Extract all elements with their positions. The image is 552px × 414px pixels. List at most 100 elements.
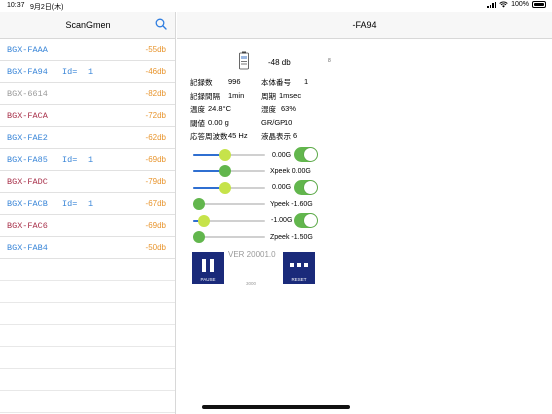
- slider-thumb[interactable]: [219, 149, 232, 161]
- device-list-item[interactable]: BGX-FAC6 -69db: [0, 215, 175, 237]
- device-list-item[interactable]: BGX-FACA -72db: [0, 105, 175, 127]
- device-list-item[interactable]: BGX-FA94 Id= 1 -46db: [0, 61, 175, 83]
- slider-thumb[interactable]: [219, 165, 232, 177]
- slider-thumb[interactable]: [219, 182, 232, 194]
- device-name: BGX-FA94: [7, 67, 48, 77]
- grgp-value: 10: [284, 118, 293, 127]
- record-count-value: 996: [228, 77, 241, 86]
- humidity-label: 湿度: [261, 105, 276, 114]
- cellular-signal-icon: [487, 1, 497, 8]
- device-rssi: -79db: [145, 177, 166, 186]
- search-icon[interactable]: [155, 18, 167, 30]
- device-rssi: -62db: [145, 133, 166, 142]
- device-name: BGX-FADC: [7, 177, 48, 187]
- device-rssi: -50db: [145, 243, 166, 252]
- device-icon: [239, 51, 249, 70]
- y-peek-value: Ypeek -1.60G: [270, 201, 313, 208]
- x-gain-slider[interactable]: [193, 147, 265, 163]
- y-gain-slider[interactable]: [193, 180, 265, 196]
- period-label: 周期: [261, 92, 276, 101]
- device-name: BGX-6614: [7, 89, 48, 99]
- home-indicator[interactable]: [202, 405, 350, 409]
- wifi-icon: [499, 1, 508, 8]
- small-mark: 8: [328, 58, 331, 64]
- x-peek-slider[interactable]: [193, 163, 265, 179]
- lcd-label: 液晶表示: [261, 132, 291, 141]
- x-toggle[interactable]: [294, 147, 318, 162]
- z-toggle[interactable]: [294, 213, 318, 228]
- empty-list-row: [0, 303, 175, 325]
- device-list-item[interactable]: BGX-FA85 Id= 1 -69db: [0, 149, 175, 171]
- body-number-value: 1: [304, 77, 309, 86]
- record-count-label: 記録数: [190, 78, 213, 87]
- device-list-panel: ScanGmen BGX-FAAA -55db BGX-FA94 Id= 1 -46db B…: [0, 12, 176, 414]
- z-gain-slider[interactable]: [193, 213, 265, 229]
- temperature-value: 24.8°C: [208, 104, 232, 113]
- toggle-knob: [304, 214, 317, 227]
- body-number-label: 本体番号: [261, 78, 291, 87]
- device-rssi: -69db: [145, 155, 166, 164]
- device-list-header: ScanGmen: [0, 12, 175, 39]
- reset-button-label: RESET: [291, 277, 307, 282]
- record-interval-value: 1min: [228, 91, 245, 100]
- empty-list-row: [0, 347, 175, 369]
- response-freq-value: 45 Hz: [228, 131, 248, 140]
- device-name: BGX-FAC6: [7, 221, 48, 231]
- device-id-value: 1: [88, 67, 94, 77]
- device-name: BGX-FAAA: [7, 45, 48, 55]
- pause-button-label: PAUSE: [200, 277, 216, 282]
- detail-title: -FA94: [352, 20, 377, 30]
- temperature-label: 温度: [190, 105, 205, 114]
- status-date: 9月2日(木): [30, 4, 64, 11]
- empty-list-row: [0, 281, 175, 303]
- reset-button[interactable]: RESET: [283, 252, 315, 284]
- device-name: BGX-FA85: [7, 155, 48, 165]
- device-id-value: 1: [88, 199, 94, 209]
- empty-list-row: [0, 391, 175, 413]
- record-interval-label: 記録間隔: [190, 92, 220, 101]
- empty-list-row: [0, 369, 175, 391]
- device-list-item[interactable]: BGX-FAB4 -50db: [0, 237, 175, 259]
- grgp-label: GR/GP: [261, 118, 286, 127]
- device-name: BGX-FACA: [7, 111, 48, 121]
- device-rssi: -55db: [145, 45, 166, 54]
- z-peek-value: Zpeek -1.50G: [270, 234, 313, 241]
- empty-list-row: [0, 259, 175, 281]
- toggle-knob: [304, 148, 317, 161]
- device-id-label: Id=: [62, 199, 78, 209]
- device-id-label: Id=: [62, 155, 78, 165]
- pause-button[interactable]: PAUSE: [192, 252, 224, 284]
- status-time: 10:37: [7, 2, 25, 9]
- signal-level: -48 db: [268, 58, 291, 67]
- device-id-value: 1: [88, 155, 94, 165]
- slider-thumb[interactable]: [193, 198, 205, 210]
- device-list-item[interactable]: BGX-6614 -82db: [0, 83, 175, 105]
- period-value: 1msec: [279, 91, 302, 100]
- toggle-knob: [304, 181, 317, 194]
- y-peek-slider[interactable]: [193, 196, 265, 212]
- tiny-number: 3000: [246, 281, 257, 286]
- z-peek-slider[interactable]: [193, 229, 265, 245]
- x-peek-value: Xpeek 0.00G: [270, 168, 311, 175]
- slider-thumb[interactable]: [197, 215, 210, 227]
- device-name: BGX-FAE2: [7, 133, 48, 143]
- device-list-item[interactable]: BGX-FAE2 -62db: [0, 127, 175, 149]
- slider-thumb[interactable]: [193, 231, 205, 243]
- device-id-label: Id=: [62, 67, 78, 77]
- version-text: VER 20001.0: [228, 250, 276, 259]
- y-toggle[interactable]: [294, 180, 318, 195]
- device-name: BGX-FACB: [7, 199, 48, 209]
- device-list-item[interactable]: BGX-FADC -79db: [0, 171, 175, 193]
- empty-list-row: [0, 325, 175, 347]
- threshold-label: 閾値: [190, 119, 205, 128]
- device-list-item[interactable]: BGX-FAAA -55db: [0, 39, 175, 61]
- x-gain-value: 0.00G: [272, 152, 292, 159]
- threshold-value: 0.00 g: [208, 118, 229, 127]
- lcd-value: 6: [293, 131, 298, 140]
- z-gain-value: -1.00G: [271, 217, 293, 224]
- device-rssi: -82db: [145, 89, 166, 98]
- battery-percent: 100%: [511, 1, 529, 8]
- device-list-item[interactable]: BGX-FACB Id= 1 -67db: [0, 193, 175, 215]
- device-list: BGX-FAAA -55db BGX-FA94 Id= 1 -46db BGX-6614 -8…: [0, 39, 175, 259]
- device-list-title: ScanGmen: [65, 20, 111, 30]
